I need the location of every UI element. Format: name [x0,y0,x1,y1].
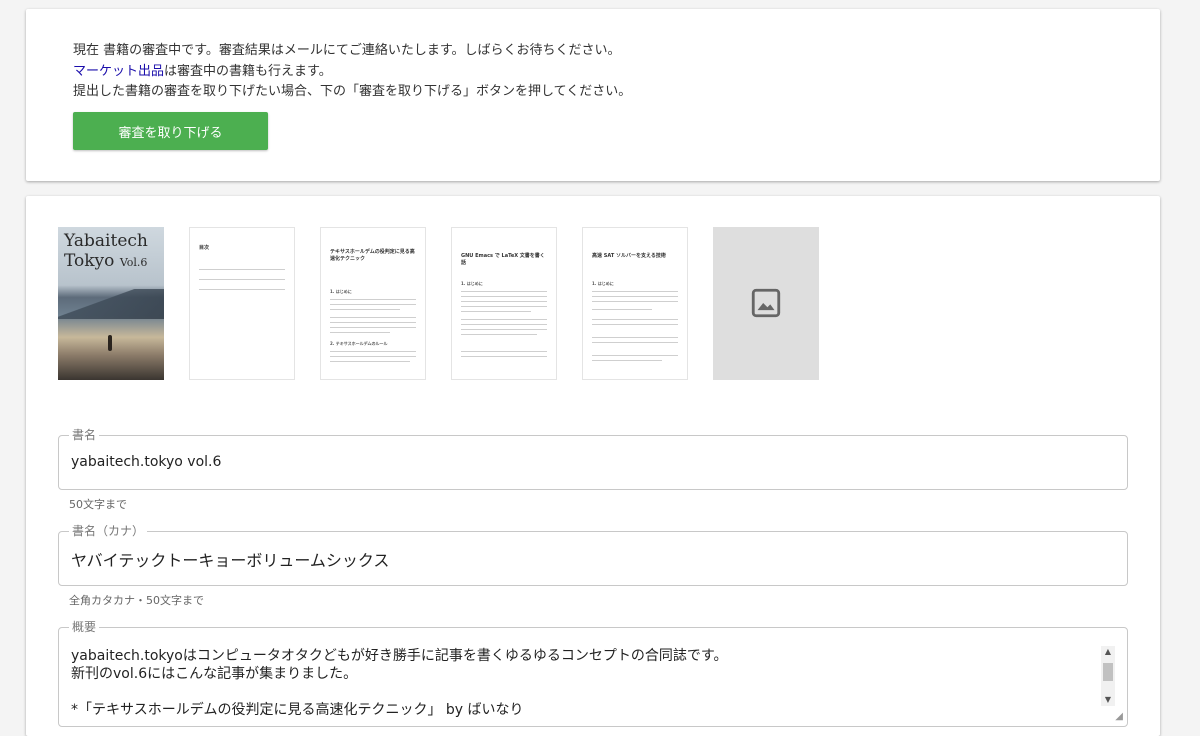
thumbnail-placeholder[interactable] [713,227,819,380]
text-line [461,319,547,320]
text-line [461,324,547,325]
summary-label: 概要 [69,619,100,635]
cover-mountain-art [58,289,164,319]
image-icon [751,288,781,318]
withdraw-instruction: 提出した書籍の審査を取り下げたい場合、下の「審査を取り下げる」ボタンを押してくだ… [73,84,632,99]
title-field: 書名 [58,427,1128,490]
thumbnail-page-3[interactable]: GNU Emacs で LaTeX 文書を書く話 1. はじめに [451,227,557,380]
resize-grip-icon[interactable]: ◢ [1115,712,1123,722]
title-kana-input[interactable] [71,549,1111,568]
section-heading: 1. はじめに [461,281,483,286]
summary-scrollbar[interactable]: ▲ ▼ [1101,646,1115,706]
section-heading: 1. はじめに [330,289,352,294]
section-heading: 1. はじめに [592,281,614,286]
summary-textarea[interactable]: yabaitech.tokyoはコンピュータオタクどもが好き勝手に記事を書くゆる… [71,647,1086,719]
market-note-text: は審査中の書籍も行えます。 [164,63,332,79]
cover-title-line1: Yabaitech [64,231,148,251]
text-line [592,342,678,343]
title-input[interactable] [71,454,1111,470]
text-line [592,301,678,302]
market-listing-link[interactable]: マーケット出品 [73,64,164,79]
page-3-title: GNU Emacs で LaTeX 文書を書く話 [461,253,545,266]
text-line [592,291,678,292]
text-line [592,337,678,338]
page-1-title: 目次 [199,245,210,251]
text-line [461,329,547,330]
text-line [330,309,400,310]
text-line [330,317,416,318]
text-line [461,356,547,357]
cover-figure-art [108,335,112,351]
toc-line [199,279,285,280]
thumbnail-page-4[interactable]: 高速 SAT ソルバーを支える技術 1. はじめに [582,227,688,380]
text-line [461,334,537,335]
summary-field: 概要 yabaitech.tokyoはコンピュータオタクどもが好き勝手に記事を書… [58,619,1128,727]
cover-title: Yabaitech Tokyo Vol.6 [64,231,148,273]
book-edit-card: Yabaitech Tokyo Vol.6 目次 テキサスホールデムの役判定に見… [26,196,1160,736]
title-label: 書名 [69,427,100,443]
scrollbar-thumb[interactable] [1103,663,1113,681]
text-line [592,355,678,356]
review-notice: 現在 書籍の審査中です。審査結果はメールにてご連絡いたします。しばらくお待ちくだ… [73,41,631,103]
text-line [330,304,416,305]
market-note: マーケット出品は審査中の書籍も行えます。 [73,62,631,83]
section-heading: 2. テキサスホールデムのルール [330,341,388,346]
toc-line [199,269,285,270]
toc-line [199,289,285,290]
cover-title-line2: Tokyo [64,251,115,271]
page-4-title: 高速 SAT ソルバーを支える技術 [592,253,666,259]
text-line [461,306,547,307]
title-kana-field: 書名（カナ） [58,523,1128,586]
text-line [330,356,416,357]
title-kana-label: 書名（カナ） [69,523,148,539]
title-helper: 50文字まで [69,498,127,511]
text-line [330,332,390,333]
scroll-up-icon[interactable]: ▲ [1101,646,1115,658]
scroll-down-icon[interactable]: ▼ [1101,694,1115,706]
thumbnail-page-1[interactable]: 目次 [189,227,295,380]
text-line [592,360,662,361]
text-line [461,311,531,312]
text-line [330,361,410,362]
title-kana-helper: 全角カタカナ・50文字まで [69,594,204,607]
thumbnail-page-2[interactable]: テキサスホールデムの役判定に見る高速化テクニック 1. はじめに 2. テキサス… [320,227,426,380]
page-2-title: テキサスホールデムの役判定に見る高速化テクニック [330,249,415,262]
text-line [592,296,678,297]
text-line [461,351,547,352]
text-line [330,299,416,300]
review-status-card: 現在 書籍の審査中です。審査結果はメールにてご連絡いたします。しばらくお待ちくだ… [26,9,1160,181]
thumbnail-cover[interactable]: Yabaitech Tokyo Vol.6 [58,227,164,380]
withdraw-review-button[interactable]: 審査を取り下げる [73,112,268,150]
text-line [592,319,678,320]
text-line [330,327,416,328]
review-status-text: 現在 書籍の審査中です。審査結果はメールにてご連絡いたします。しばらくお待ちくだ… [73,43,621,58]
text-line [592,309,652,310]
text-line [461,291,547,292]
text-line [461,301,547,302]
text-line [461,296,547,297]
cover-vol: Vol.6 [119,256,148,269]
text-line [330,351,416,352]
text-line [592,324,678,325]
text-line [330,322,416,323]
